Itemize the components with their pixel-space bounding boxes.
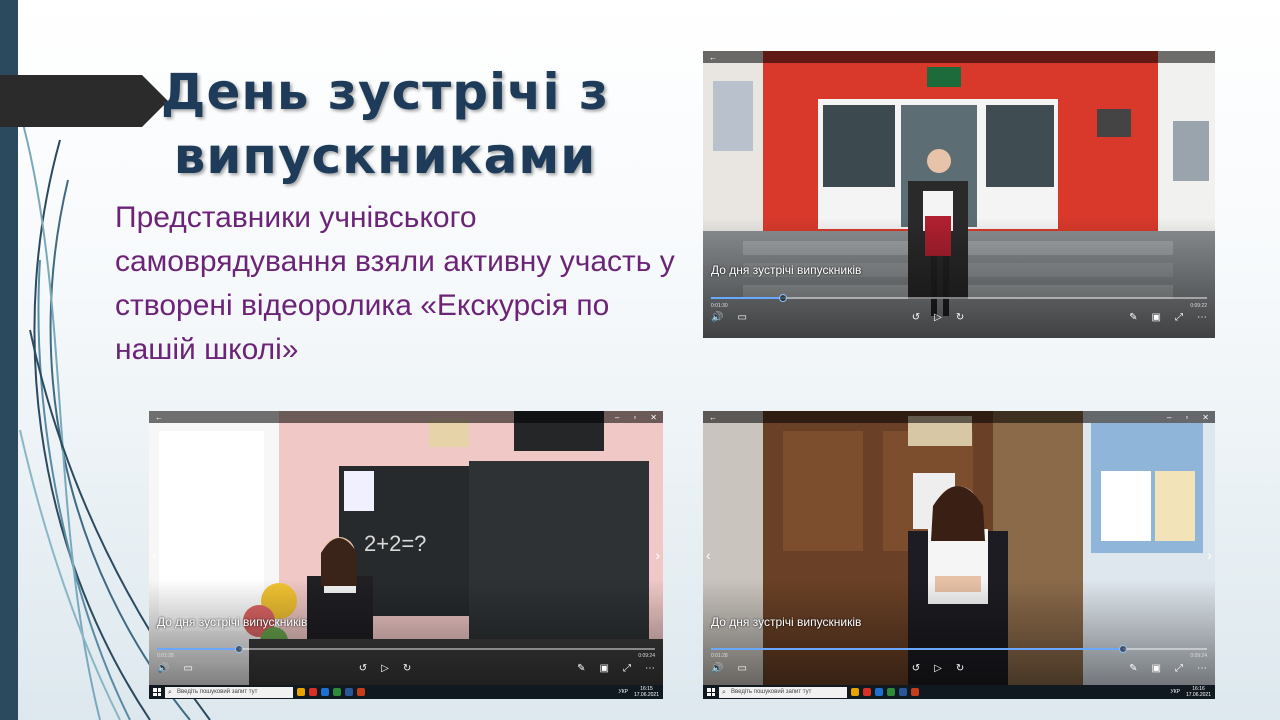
chrome-icon[interactable] [333,688,341,696]
forward-icon[interactable]: ↻ [956,663,964,674]
language-indicator[interactable]: УКР [1171,689,1180,695]
close-icon[interactable]: ✕ [650,413,657,422]
video-player-3[interactable]: ← – ▫ ✕ ‹ › До дня зустрічі випускників … [703,411,1215,699]
powerpoint-icon[interactable] [911,688,919,696]
total-time: 0:09:22 [1190,303,1207,309]
seek-bar[interactable] [157,645,655,653]
volume-icon[interactable]: 🔊 [711,663,723,674]
next-arrow-icon[interactable]: › [1207,547,1212,563]
miniplayer-icon[interactable]: ▣ [1152,312,1161,323]
time-row: 0:01:28 0:09:24 [157,653,655,659]
windows-start-icon[interactable] [153,688,161,696]
minimize-icon[interactable]: – [1167,413,1171,422]
windows-start-icon[interactable] [707,688,715,696]
miniplayer-icon[interactable]: ▣ [600,663,609,674]
video-caption: До дня зустрічі випускників [157,615,308,629]
controls-row: 🔊 ▭ ↺ ▷ ↻ ✎ ▣ ⤢ ⋯ [711,312,1207,323]
pen-icon[interactable]: ✎ [1129,663,1137,674]
forward-icon[interactable]: ↻ [956,312,964,323]
rewind-icon[interactable]: ↺ [359,663,367,674]
word-icon[interactable] [899,688,907,696]
taskbar-search[interactable]: Введіть пошуковий запит тут [719,686,847,698]
prev-arrow-icon[interactable]: ‹ [706,547,711,563]
edge-icon[interactable] [875,688,883,696]
total-time: 0:09:24 [1190,653,1207,659]
close-icon[interactable]: ✕ [1202,413,1209,422]
volume-icon[interactable]: 🔊 [157,663,169,674]
clock-date: 17.06.2021 [1185,692,1211,698]
controls-row: 🔊 ▭ ↺ ▷ ↻ ✎ ▣ ⤢ ⋯ [711,663,1207,674]
word-icon[interactable] [345,688,353,696]
pen-icon[interactable]: ✎ [1129,312,1137,323]
chrome-icon[interactable] [887,688,895,696]
maximize-icon[interactable]: ▫ [633,413,636,422]
seek-bar[interactable] [711,645,1207,653]
subtitles-icon[interactable]: ▭ [737,312,746,323]
volume-icon[interactable]: 🔊 [711,312,723,323]
controls-overlay [703,579,1215,699]
current-time: 0:01:28 [711,653,728,659]
forward-icon[interactable]: ↻ [403,663,411,674]
windows-taskbar: Введіть пошуковий запит тут УКР 16:16 17… [703,685,1215,699]
seek-handle[interactable] [1118,645,1127,653]
time-row: 0:01:30 0:09:22 [711,303,1207,309]
powerpoint-icon[interactable] [357,688,365,696]
pen-icon[interactable]: ✎ [577,663,585,674]
current-time: 0:01:28 [157,653,174,659]
video-player-1[interactable]: ← До дня зустрічі випускників 0:01:30 0:… [703,51,1215,338]
total-time: 0:09:24 [638,653,655,659]
maximize-icon[interactable]: ▫ [1185,413,1188,422]
play-icon[interactable]: ▷ [381,663,389,674]
video-caption: До дня зустрічі випускників [711,263,862,277]
file-explorer-icon[interactable] [851,688,859,696]
time-row: 0:01:28 0:09:24 [711,653,1207,659]
more-icon[interactable]: ⋯ [645,663,655,674]
seek-handle[interactable] [778,294,787,302]
seek-bar[interactable] [711,294,1207,302]
taskbar-search[interactable]: Введіть пошуковий запит тут [165,686,293,698]
play-icon[interactable]: ▷ [934,663,942,674]
video-player-2[interactable]: 2+2=? ← – ▫ ✕ ‹ › До дня зустрічі випуск… [149,411,663,699]
svg-text:2+2=?: 2+2=? [364,531,426,556]
window-title-bar: ← – ▫ ✕ [149,411,663,423]
next-arrow-icon[interactable]: › [655,547,660,563]
play-icon[interactable]: ▷ [934,312,942,323]
windows-taskbar: Введіть пошуковий запит тут УКР 16:15 17… [149,685,663,699]
fullscreen-icon[interactable]: ⤢ [1175,312,1183,323]
subtitles-icon[interactable]: ▭ [737,663,746,674]
edge-icon[interactable] [321,688,329,696]
fullscreen-icon[interactable]: ⤢ [623,663,631,674]
back-arrow-icon[interactable]: ← [709,53,717,62]
clock-date: 17.06.2021 [633,692,659,698]
window-title-bar: ← [703,51,1215,63]
language-indicator[interactable]: УКР [619,689,628,695]
slide-title: День зустрічі з випускниками [160,63,610,185]
file-explorer-icon[interactable] [297,688,305,696]
miniplayer-icon[interactable]: ▣ [1152,663,1161,674]
fullscreen-icon[interactable]: ⤢ [1175,663,1183,674]
current-time: 0:01:30 [711,303,728,309]
slide-subtitle: Представники учнівського самоврядування … [115,201,675,366]
more-icon[interactable]: ⋯ [1197,312,1207,323]
window-title-bar: ← – ▫ ✕ [703,411,1215,423]
title-arrow-shape [0,75,168,127]
back-arrow-icon[interactable]: ← [709,413,717,422]
rewind-icon[interactable]: ↺ [912,663,920,674]
back-arrow-icon[interactable]: ← [155,413,163,422]
prev-arrow-icon[interactable]: ‹ [152,547,157,563]
minimize-icon[interactable]: – [615,413,619,422]
system-tray: УКР 16:15 17.06.2021 [619,686,659,698]
more-icon[interactable]: ⋯ [1197,663,1207,674]
controls-row: 🔊 ▭ ↺ ▷ ↻ ✎ ▣ ⤢ ⋯ [157,663,655,674]
system-tray: УКР 16:16 17.06.2021 [1171,686,1211,698]
opera-icon[interactable] [863,688,871,696]
video-caption: До дня зустрічі випускників [711,615,862,629]
subtitles-icon[interactable]: ▭ [183,663,192,674]
opera-icon[interactable] [309,688,317,696]
controls-overlay [149,579,663,699]
rewind-icon[interactable]: ↺ [912,312,920,323]
